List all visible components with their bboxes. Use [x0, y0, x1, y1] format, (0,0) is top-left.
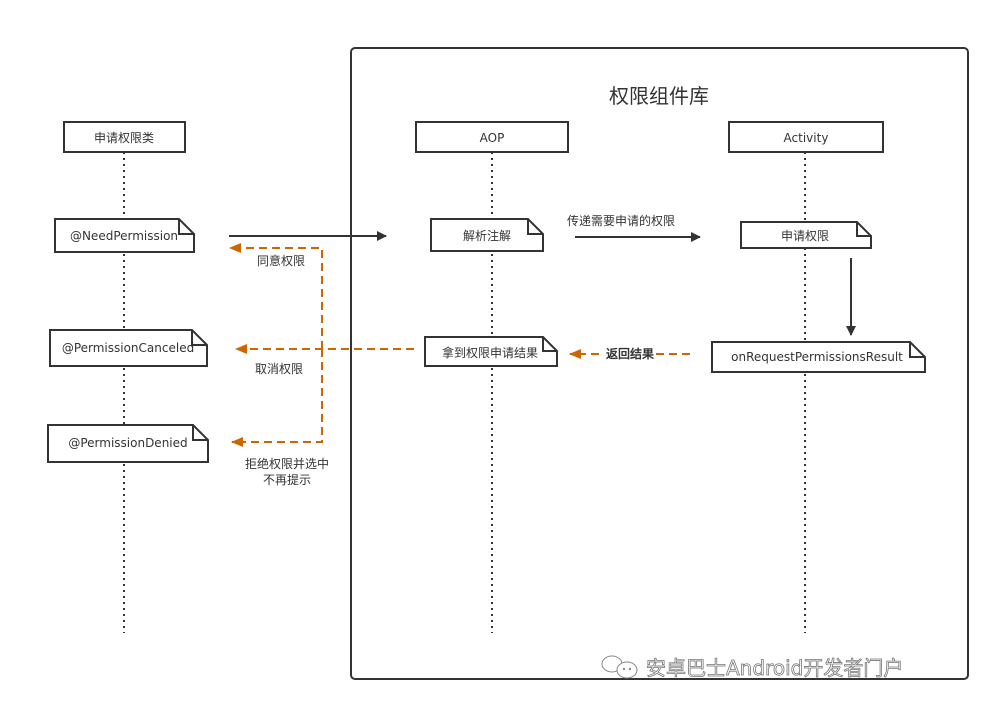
label-denied-line1: 拒绝权限并选中	[245, 456, 329, 471]
label-denied-line2: 不再提示	[263, 472, 311, 487]
note-parse-annotation: 解析注解	[430, 218, 544, 252]
wechat-icon	[601, 655, 638, 679]
note-text: 解析注解	[463, 228, 511, 243]
lifeline-label: Activity	[784, 131, 829, 145]
label-return-result: 返回结果	[606, 346, 654, 361]
note-text: @PermissionDenied	[68, 436, 187, 450]
note-request-permission: 申请权限	[740, 221, 872, 249]
note-on-request-permissions-result: onRequestPermissionsResult	[711, 341, 926, 373]
note-permission-canceled: @PermissionCanceled	[49, 329, 208, 367]
note-text: onRequestPermissionsResult	[731, 350, 903, 364]
note-text: @PermissionCanceled	[62, 341, 194, 355]
note-text: 拿到权限申请结果	[442, 345, 538, 360]
note-text: @NeedPermission	[70, 229, 178, 243]
note-get-result: 拿到权限申请结果	[424, 336, 558, 367]
lifeline-label: 申请权限类	[94, 131, 154, 145]
lifeline-header-aop: AOP	[415, 121, 569, 153]
label-canceled: 取消权限	[255, 362, 303, 376]
note-permission-denied: @PermissionDenied	[47, 424, 209, 463]
label-pass-permissions: 传递需要申请的权限	[567, 213, 675, 228]
lifeline-header-activity: Activity	[728, 121, 884, 153]
container-title: 权限组件库	[609, 84, 709, 108]
note-need-permission: @NeedPermission	[54, 218, 195, 253]
note-text: 申请权限	[781, 229, 829, 243]
watermark-text: 安卓巴士Android开发者门户	[646, 656, 903, 680]
sequence-diagram: 权限组件库 申请权限类 AOP Activity @NeedPermission…	[47, 47, 969, 680]
label-granted: 同意权限	[257, 253, 305, 268]
lifeline-label: AOP	[480, 131, 505, 145]
lifeline-header-requester: 申请权限类	[63, 121, 186, 153]
